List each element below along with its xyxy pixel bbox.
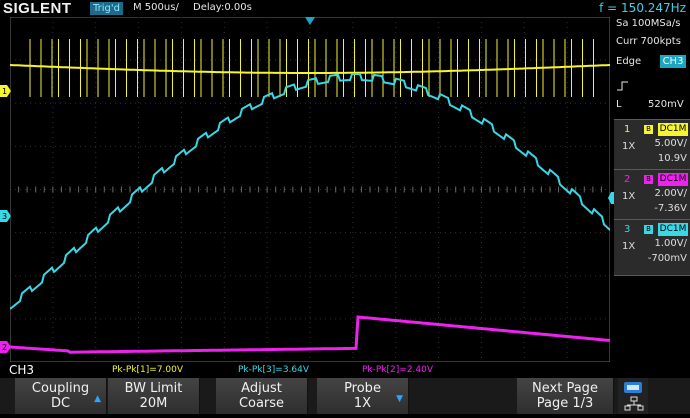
network-icon [624, 396, 644, 411]
softkey-value: Coarse [238, 396, 285, 411]
softkey-value: Page 1/3 [536, 396, 594, 411]
ch1-ground-marker[interactable]: 1 [0, 85, 11, 97]
coupling-badge: DC1M [658, 173, 688, 186]
next-page-softkey[interactable]: Next Page Page 1/3 [517, 378, 614, 414]
channel-offset: 10.9V [657, 153, 687, 164]
channel-1-panel[interactable]: 1 B DC1M 1X 5.00V/ 10.9V [614, 119, 690, 175]
probe-ratio: 1X [622, 141, 636, 152]
softkey-title: BW Limit [124, 381, 183, 396]
probe-softkey[interactable]: Probe 1X ▼ [317, 378, 409, 414]
trigger-delay[interactable]: Delay:0.00s [193, 2, 252, 13]
trigger-source[interactable]: CH3 [660, 55, 686, 68]
channel-number: 2 [624, 174, 631, 185]
channel-number: 3 [624, 224, 631, 235]
trigger-level-label: L [616, 99, 622, 110]
trigger-status: Trig'd [90, 2, 123, 15]
channel-3-panel[interactable]: 3 B DC1M 1X 1.00V/ -700mV [614, 219, 690, 276]
frequency-counter: f = 150.247Hz [599, 1, 686, 15]
measurement-bar [0, 362, 690, 378]
softkey-title: Coupling [31, 381, 90, 396]
measurement-pkpk-2: Pk-Pk[2]=2.40V [362, 365, 434, 375]
softkey-title: Next Page [532, 381, 598, 396]
arrow-up-icon: ▲ [94, 394, 101, 404]
ch2-ground-marker[interactable]: 2 [0, 341, 11, 353]
bw-limit-icon: B [644, 225, 653, 234]
brand-logo: SIGLENT [3, 0, 72, 17]
volts-per-div: 5.00V/ [654, 138, 687, 149]
measurement-pkpk-1: Pk-Pk[1]=7.00V [112, 365, 184, 375]
bw-limit-icon: B [644, 125, 653, 134]
waveform-display [10, 17, 610, 362]
sample-rate: Sa 100MSa/s [616, 18, 681, 29]
volts-per-div: 2.00V/ [654, 188, 687, 199]
timebase[interactable]: M 500us/ [133, 2, 179, 13]
softkey-title: Probe [344, 381, 381, 396]
softkey-value: DC [50, 396, 71, 411]
active-channel-label: CH3 [9, 363, 35, 377]
channel-offset: -7.36V [654, 203, 687, 214]
trigger-type[interactable]: Edge [616, 56, 641, 67]
measurement-pkpk-3: Pk-Pk[3]=3.64V [238, 365, 310, 375]
channel-offset: -700mV [647, 253, 687, 264]
volts-per-div: 1.00V/ [654, 238, 687, 249]
coupling-softkey[interactable]: Coupling DC ▲ [15, 378, 107, 414]
ch3-ground-marker[interactable]: 3 [0, 210, 11, 222]
trigger-edge-icon [616, 80, 630, 95]
softkey-value: 20M [139, 396, 168, 411]
channel-2-panel[interactable]: 2 B DC1M 1X 2.00V/ -7.36V [614, 169, 690, 225]
coupling-badge: DC1M [658, 223, 688, 236]
adjust-softkey[interactable]: Adjust Coarse [216, 378, 308, 414]
probe-ratio: 1X [622, 191, 636, 202]
coupling-badge: DC1M [658, 123, 688, 136]
probe-ratio: 1X [622, 241, 636, 252]
svg-text:1: 1 [2, 87, 7, 96]
bw-limit-icon: B [644, 175, 653, 184]
arrow-down-icon: ▼ [396, 394, 403, 404]
bw-limit-softkey[interactable]: BW Limit 20M [108, 378, 200, 414]
memory-depth: Curr 700kpts [616, 36, 681, 47]
svg-text:3: 3 [2, 212, 7, 221]
softkey-value: 1X [353, 396, 372, 411]
channel-number: 1 [624, 124, 631, 135]
softkey-title: Adjust [241, 381, 282, 396]
svg-text:2: 2 [2, 343, 7, 352]
trigger-level-value: 520mV [648, 99, 684, 110]
